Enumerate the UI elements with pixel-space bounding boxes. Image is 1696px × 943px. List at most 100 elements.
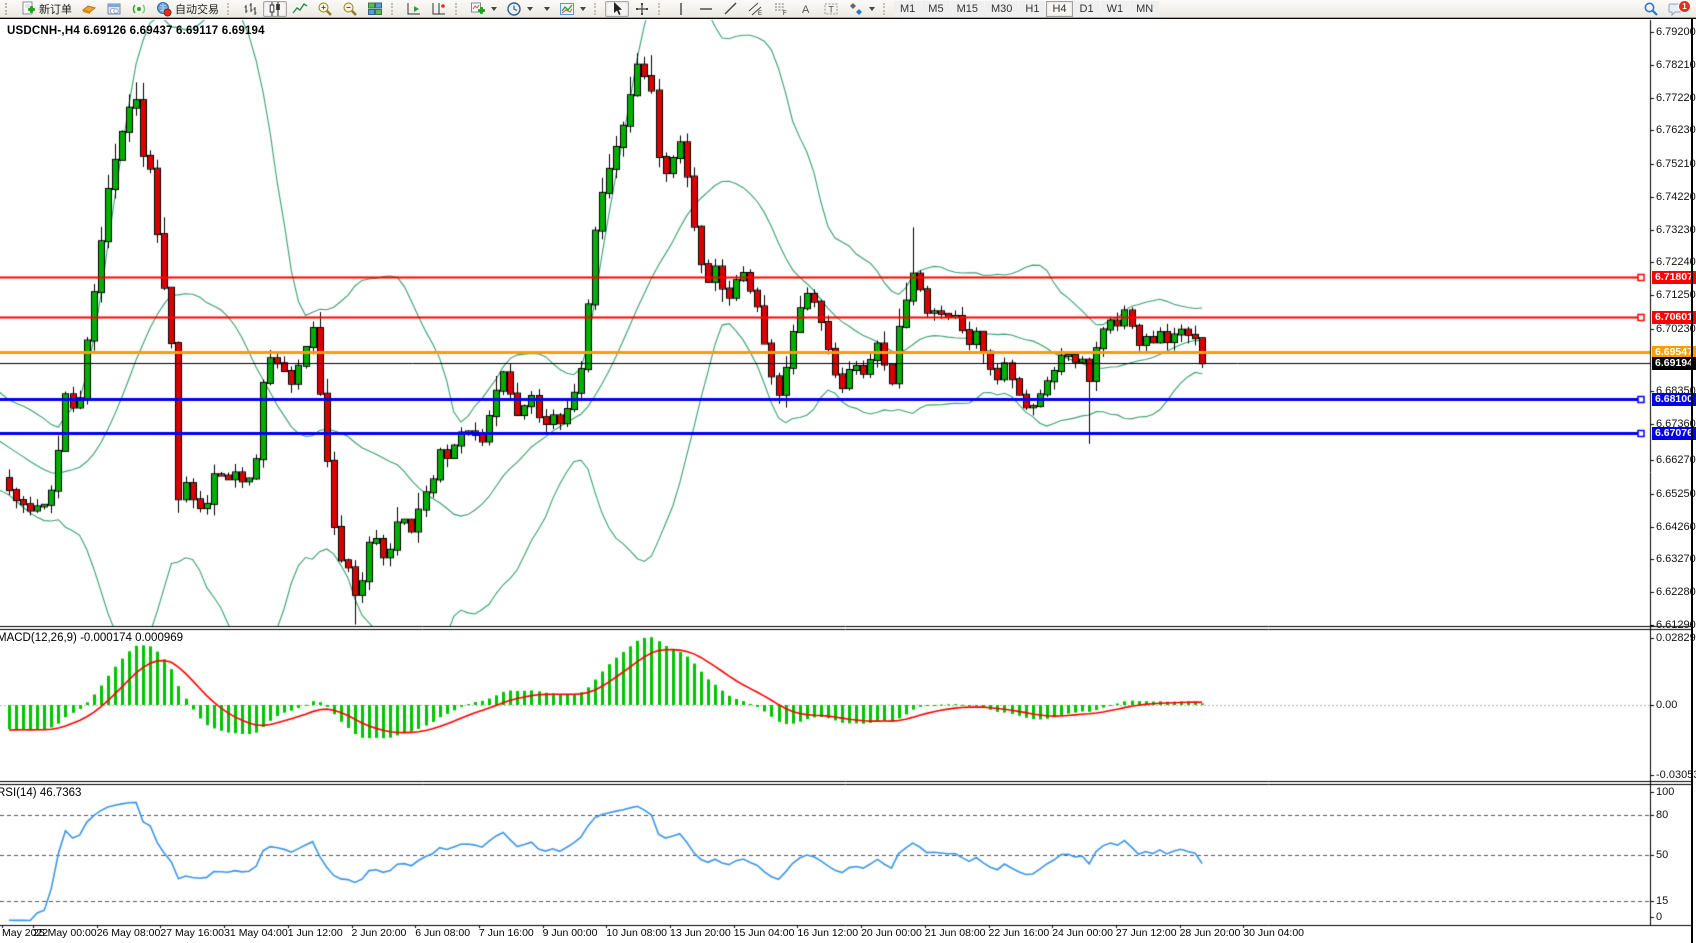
search-button[interactable] — [1639, 1, 1663, 17]
crosshair-icon — [634, 1, 650, 17]
candlestick-chart-button[interactable] — [263, 1, 287, 17]
date-label: 15 Jun 04:00 — [734, 927, 795, 939]
chevron-down-icon — [580, 7, 586, 11]
chevron-down-icon — [544, 7, 550, 11]
price-axis-label: 6.65250 — [1656, 488, 1696, 500]
chart-profile-icon — [559, 1, 575, 17]
chart-window: USDCNH-,H4 6.69126 6.69437 6.69117 6.691… — [0, 18, 1696, 943]
date-label: 27 Jun 12:00 — [1116, 927, 1177, 939]
equidistant-channel-icon: E — [748, 1, 764, 17]
chart-canvas[interactable] — [0, 19, 1696, 943]
clock-icon — [506, 1, 522, 17]
notifications-button[interactable]: 1 — [1664, 1, 1688, 17]
price-tag: 6.70601 — [1652, 311, 1696, 324]
tab-timeframe-m5[interactable]: M5 — [922, 1, 949, 17]
price-axis-label: 6.71250 — [1656, 289, 1696, 301]
arrows-icon — [848, 1, 864, 17]
tab-timeframe-w1[interactable]: W1 — [1101, 1, 1130, 17]
date-label: 28 Jun 20:00 — [1180, 927, 1241, 939]
indicators-button[interactable] — [466, 1, 501, 17]
autotrading-icon — [156, 1, 172, 17]
line-chart-button[interactable] — [288, 1, 312, 17]
zoom-out-button[interactable] — [338, 1, 362, 17]
text-button[interactable]: A — [794, 1, 818, 17]
equidistant-channel-button[interactable]: E — [744, 1, 768, 17]
crosshair-button[interactable] — [630, 1, 654, 17]
fibonacci-button[interactable]: F — [769, 1, 793, 17]
tab-timeframe-h1[interactable]: H1 — [1019, 1, 1045, 17]
chevron-down-icon — [491, 7, 497, 11]
line-chart-icon — [292, 1, 308, 17]
date-label: 31 May 04:00 — [224, 927, 288, 939]
svg-text:A: A — [802, 4, 810, 16]
price-axis-label: 6.75210 — [1656, 158, 1696, 170]
tab-timeframe-mn[interactable]: MN — [1130, 1, 1159, 17]
trendline-button[interactable] — [719, 1, 743, 17]
price-axis-label: 6.70230 — [1656, 323, 1696, 335]
autotrading-button[interactable]: 自动交易 — [152, 1, 223, 17]
price-tag: 6.71807 — [1652, 271, 1696, 284]
new-order-button[interactable]: 新订单 — [16, 1, 76, 17]
date-label: 25 May 00:00 — [33, 927, 97, 939]
vertical-line-icon — [673, 1, 689, 17]
price-tag: 6.68100 — [1652, 393, 1696, 406]
cursor-icon — [609, 1, 625, 17]
cursor-button[interactable] — [605, 1, 629, 17]
vertical-line-button[interactable] — [669, 1, 693, 17]
svg-text:F: F — [783, 11, 787, 17]
new-order-label: 新订单 — [39, 1, 72, 17]
toolbar-separator — [594, 3, 601, 15]
tab-timeframe-m30[interactable]: M30 — [985, 1, 1018, 17]
profiles-button[interactable] — [555, 1, 590, 17]
periods-button[interactable] — [502, 1, 537, 17]
price-axis-label: 6.61290 — [1656, 619, 1696, 631]
date-label: 20 Jun 00:00 — [861, 927, 922, 939]
date-label: 1 Jun 12:00 — [288, 927, 343, 939]
horizontal-line-button[interactable] — [694, 1, 718, 17]
zoom-out-icon — [342, 1, 358, 17]
indicators-icon — [470, 1, 486, 17]
search-icon — [1643, 1, 1659, 17]
chevron-down-icon — [869, 7, 875, 11]
zoom-in-button[interactable] — [313, 1, 337, 17]
templates-button[interactable] — [538, 1, 554, 17]
zoom-in-icon — [317, 1, 333, 17]
rsi-axis-label: 50 — [1656, 849, 1668, 861]
tab-timeframe-d1[interactable]: D1 — [1074, 1, 1100, 17]
tab-timeframe-m1[interactable]: M1 — [894, 1, 921, 17]
price-axis-label: 6.74220 — [1656, 191, 1696, 203]
tile-windows-button[interactable] — [363, 1, 387, 17]
toolbar-separator — [658, 3, 665, 15]
svg-text:E: E — [758, 11, 762, 17]
chart-shift-button[interactable] — [427, 1, 451, 17]
rsi-axis-label: 80 — [1656, 809, 1668, 821]
rsi-axis-label: 0 — [1656, 911, 1662, 923]
price-axis-label: 6.63270 — [1656, 553, 1696, 565]
charts-window-button[interactable] — [102, 1, 126, 17]
price-axis-label: 6.78210 — [1656, 59, 1696, 71]
macd-axis-label: 0.00 — [1656, 699, 1677, 711]
text-label-button[interactable]: T — [819, 1, 843, 17]
toolbar-grip[interactable] — [5, 3, 12, 15]
current-price-tag: 6.69194 — [1652, 357, 1696, 370]
toolbar-separator — [455, 3, 462, 15]
price-axis-label: 6.79200 — [1656, 26, 1696, 38]
tab-timeframe-m15[interactable]: M15 — [951, 1, 984, 17]
macd-axis-label: 0.02829 — [1656, 632, 1696, 644]
auto-scroll-button[interactable] — [402, 1, 426, 17]
arrows-button[interactable] — [844, 1, 879, 17]
metaeditor-icon — [81, 1, 97, 17]
tab-timeframe-h4[interactable]: H4 — [1046, 1, 1072, 17]
price-axis-label: 6.66270 — [1656, 454, 1696, 466]
date-label: 22 Jun 16:00 — [989, 927, 1050, 939]
tile-windows-icon — [367, 1, 383, 17]
candlestick-chart-icon — [267, 1, 283, 17]
text-label-icon: T — [823, 1, 839, 17]
auto-scroll-icon — [406, 1, 422, 17]
price-axis-label: 6.72240 — [1656, 256, 1696, 268]
bar-chart-button[interactable] — [238, 1, 262, 17]
metaeditor-button[interactable] — [77, 1, 101, 17]
toolbar-separator — [883, 3, 890, 15]
signals-button[interactable] — [127, 1, 151, 17]
fibonacci-icon: F — [773, 1, 789, 17]
